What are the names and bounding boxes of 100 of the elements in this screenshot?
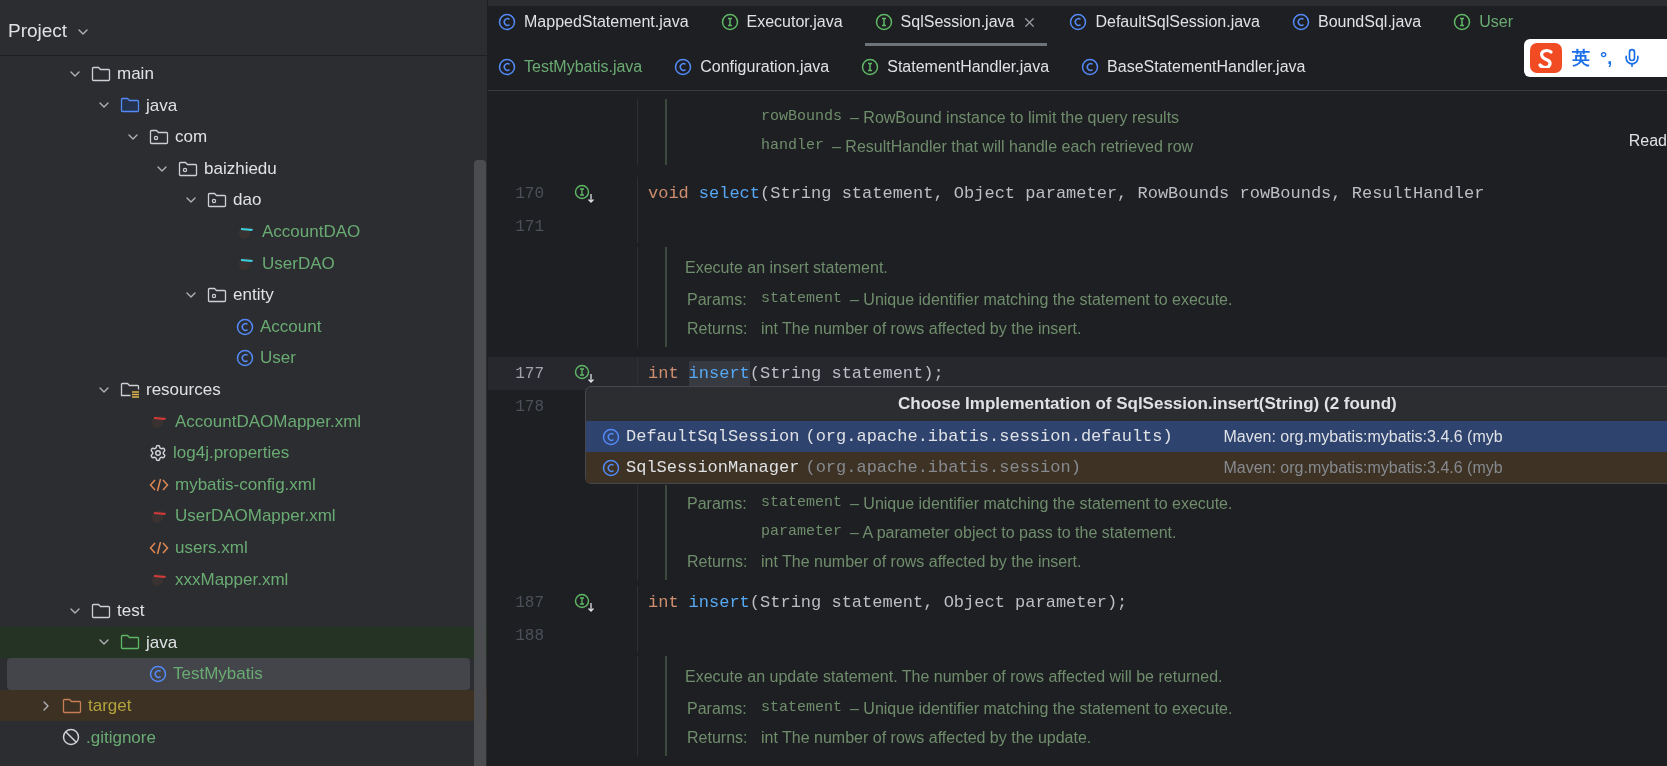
implemented-icon[interactable] (574, 592, 596, 613)
code-token: insert (688, 360, 750, 387)
panel-title[interactable]: Project (8, 17, 68, 46)
code-token: void (648, 182, 689, 205)
class-icon (236, 349, 254, 368)
implemented-icon[interactable] (574, 183, 596, 204)
tree-item[interactable]: target (0, 689, 487, 722)
ime-punctuation[interactable]: °, (1600, 44, 1613, 72)
editor-tab[interactable]: BaseStatementHandler.java (1071, 46, 1316, 90)
doc-tag-label: Returns: (687, 727, 749, 748)
code-token: int (648, 362, 679, 385)
ime-logo-icon[interactable] (1530, 43, 1562, 73)
editor-tab[interactable]: Configuration.java (664, 46, 840, 90)
tree-item[interactable]: entity (0, 279, 487, 311)
tree-item[interactable]: test (0, 595, 487, 627)
tree-item[interactable]: TestMybatis (7, 658, 470, 690)
ime-mode[interactable]: 英 (1572, 44, 1590, 72)
line-number: 177 (514, 363, 544, 385)
class-icon (1081, 57, 1100, 76)
code-token: (String statement, Object parameter, RowBounds rowBounds, ResultHandler (760, 182, 1485, 205)
editor-tab[interactable]: Executor.java (710, 5, 853, 46)
tree-item[interactable]: log4j.properties (0, 437, 487, 469)
resources-folder-icon (120, 380, 140, 399)
doc-text: – ResultHandler that will handle each retrieved row (832, 136, 1194, 157)
editor-tab[interactable]: StatementHandler.java (851, 46, 1060, 90)
class-icon (1069, 13, 1088, 32)
doc-text: – Unique identifier matching the statement to execute. (850, 698, 1233, 719)
tree-item[interactable]: AccountDAOMapper.xml (0, 405, 487, 438)
implementation-item[interactable]: SqlSessionManager (org.apache.ibatis.session) Maven: org.mybatis:mybatis:3.4.6 (myb (586, 452, 1667, 483)
doc-param-name: rowBounds (761, 107, 842, 128)
doc-tag-label: Params: (687, 493, 748, 514)
editor-tab[interactable]: User (1443, 5, 1523, 46)
package-folder-icon (207, 285, 227, 304)
doc-text: – Unique identifier matching the statement to execute. (850, 289, 1233, 310)
folder-icon (91, 601, 111, 620)
interface-icon (1453, 13, 1472, 32)
package-folder-icon (149, 128, 169, 146)
folder-icon (120, 633, 140, 652)
doc-text: – RowBound instance to limit the query results (850, 107, 1180, 128)
tree-item[interactable]: java (0, 89, 487, 122)
editor-tab[interactable]: TestMybatis.java (488, 46, 653, 90)
doc-param-name: handler (761, 136, 824, 157)
folder-icon (120, 96, 140, 115)
class-icon (602, 427, 620, 446)
ignore-icon (62, 728, 80, 747)
tree-item[interactable]: AccountDAO (0, 215, 487, 248)
implemented-icon[interactable] (574, 363, 596, 384)
doc-summary: Execute an insert statement. (685, 258, 888, 278)
doc-text: int The number of rows affected by the insert. (761, 318, 1082, 339)
code-token: insert (688, 591, 750, 614)
library-source: Maven: org.mybatis:mybatis:3.4.6 (myb (1223, 426, 1503, 447)
class-icon (602, 458, 620, 477)
doc-text: – Unique identifier matching the statement to execute. (850, 493, 1233, 514)
class-icon (498, 57, 516, 76)
code-token: (String statement); (749, 362, 944, 385)
reader-mode-link[interactable]: Read (1628, 129, 1667, 153)
interface-icon (874, 13, 893, 32)
doc-param-name: statement (761, 698, 842, 719)
class-icon (498, 13, 516, 32)
tree-item[interactable]: resources (0, 373, 487, 406)
tree-item[interactable]: UserDAOMapper.xml (0, 500, 487, 532)
settings-icon (149, 443, 167, 462)
tree-item[interactable]: com (0, 121, 487, 153)
tree-item[interactable]: baizhiedu (0, 152, 487, 185)
folder-icon (62, 696, 82, 715)
editor-tab[interactable]: DefaultSqlSession.java (1059, 5, 1270, 46)
class-icon (149, 665, 167, 684)
class-icon (1292, 13, 1310, 32)
class-icon (674, 57, 693, 76)
doc-tag-label: Params: (687, 289, 748, 310)
tree-item[interactable]: .gitignore (0, 721, 487, 754)
implementation-item[interactable]: DefaultSqlSession (org.apache.ibatis.session.defaults) Maven: org.mybatis:mybatis:3.4.6 (myb (586, 421, 1667, 452)
doc-tag-label: Params: (687, 698, 748, 719)
library-source: Maven: org.mybatis:mybatis:3.4.6 (myb (1223, 457, 1503, 478)
tree-item[interactable]: Account (0, 310, 487, 343)
doc-text: – A parameter object to pass to the statement. (850, 522, 1177, 543)
code-token: select (698, 182, 761, 205)
popup-title: Choose Implementation of SqlSession.insert(String) (2 found) (898, 393, 1397, 416)
scrollbar[interactable] (474, 160, 486, 766)
doc-tag-label: Returns: (687, 551, 749, 572)
code-token: int (648, 591, 679, 614)
tree-item[interactable]: UserDAO (0, 247, 487, 280)
tree-item[interactable]: User (0, 342, 487, 374)
tree-item[interactable]: main (0, 58, 487, 90)
tree-item[interactable]: users.xml (0, 531, 487, 564)
tree-item[interactable]: xxxMapper.xml (0, 563, 487, 596)
doc-text: int The number of rows affected by the update. (761, 727, 1092, 748)
package-folder-icon (207, 191, 227, 210)
tree-item[interactable]: dao (0, 184, 487, 216)
editor-tab[interactable]: BoundSql.java (1282, 5, 1432, 46)
package-folder-icon (178, 159, 198, 178)
editor-tab[interactable]: MappedStatement.java (488, 5, 699, 46)
tree-item[interactable]: java (0, 626, 487, 659)
folder-icon (91, 64, 111, 83)
tree-item[interactable]: mybatis-config.xml (0, 468, 487, 501)
doc-param-name: parameter (761, 522, 842, 543)
doc-param-name: statement (761, 493, 842, 514)
doc-text: int The number of rows affected by the insert. (761, 551, 1082, 572)
interface-icon (720, 13, 739, 32)
doc-summary: Execute an update statement. The number of rows affected will be returned. (685, 667, 1223, 687)
